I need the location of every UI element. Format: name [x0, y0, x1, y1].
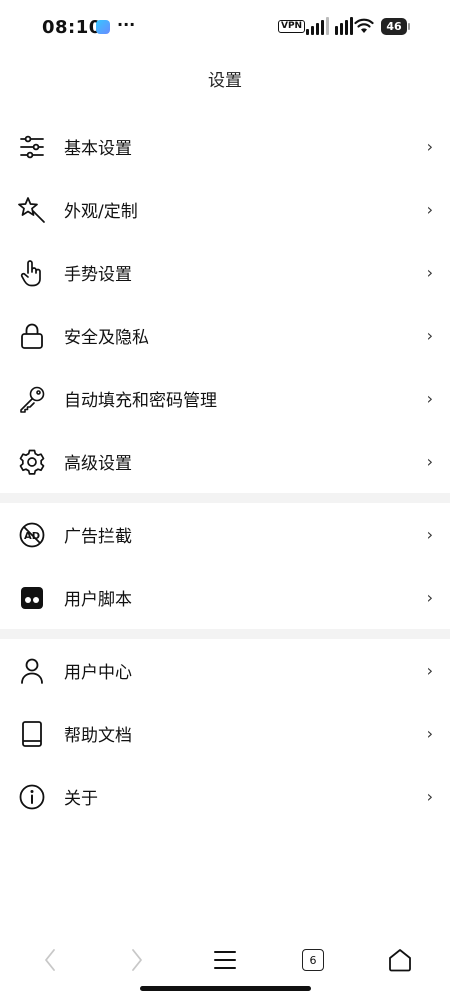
menu-item-label: 手势设置 — [64, 265, 132, 285]
chevron-right-icon — [130, 948, 144, 972]
hand-pointer-icon — [18, 259, 46, 287]
chevron-right-icon: › — [426, 326, 433, 345]
hamburger-menu-icon — [213, 950, 237, 970]
info-icon — [18, 783, 46, 811]
chevron-right-icon: › — [426, 724, 433, 743]
menu-item-label: 关于 — [64, 789, 98, 809]
home-indicator[interactable] — [140, 986, 311, 991]
chevron-right-icon: › — [426, 452, 433, 471]
tabs-button[interactable]: 6 — [283, 930, 343, 990]
user-script-icon — [18, 584, 46, 612]
menu-item-appearance[interactable]: 外观/定制 › — [0, 178, 450, 241]
menu-item-user-center[interactable]: 用户中心 › — [0, 639, 450, 702]
chevron-right-icon: › — [426, 588, 433, 607]
chevron-right-icon: › — [426, 661, 433, 680]
chevron-left-icon — [43, 948, 57, 972]
status-time: 08:10 — [42, 17, 102, 38]
menu-item-about[interactable]: 关于 › — [0, 765, 450, 828]
key-icon — [18, 385, 46, 413]
ad-block-icon: AD — [18, 521, 46, 549]
menu-item-label: 安全及隐私 — [64, 328, 149, 348]
chevron-right-icon: › — [426, 389, 433, 408]
signal-icon — [306, 17, 353, 35]
more-notifications-icon: ··· — [117, 15, 136, 34]
home-button[interactable] — [370, 930, 430, 990]
menu-item-gestures[interactable]: 手势设置 › — [0, 241, 450, 304]
user-icon — [18, 657, 46, 685]
lock-icon — [18, 322, 46, 350]
magic-wand-icon — [18, 196, 46, 224]
chevron-right-icon: › — [426, 137, 433, 156]
menu-item-label: 用户脚本 — [64, 590, 132, 610]
back-button[interactable] — [20, 930, 80, 990]
menu-item-user-scripts[interactable]: 用户脚本 › — [0, 566, 450, 629]
menu-item-ad-block[interactable]: AD 广告拦截 › — [0, 503, 450, 566]
status-bar: 08:10 ··· VPN 46 — [0, 0, 450, 55]
menu-item-label: 用户中心 — [64, 663, 132, 683]
settings-menu: 基本设置 › 外观/定制 › 手势设置 › 安全及隐私 › 自动填充和密码管理 … — [0, 115, 450, 828]
tab-count-badge: 6 — [302, 949, 324, 971]
menu-item-advanced-settings[interactable]: 高级设置 › — [0, 430, 450, 493]
menu-item-basic-settings[interactable]: 基本设置 › — [0, 115, 450, 178]
wifi-icon — [354, 18, 374, 34]
menu-item-security-privacy[interactable]: 安全及隐私 › — [0, 304, 450, 367]
forward-button[interactable] — [107, 930, 167, 990]
book-icon — [18, 720, 46, 748]
menu-item-help-docs[interactable]: 帮助文档 › — [0, 702, 450, 765]
menu-item-label: 外观/定制 — [64, 202, 138, 222]
battery-icon: 46 — [381, 18, 410, 35]
menu-item-label: 自动填充和密码管理 — [64, 391, 217, 411]
menu-button[interactable] — [195, 930, 255, 990]
chevron-right-icon: › — [426, 787, 433, 806]
menu-item-label: 帮助文档 — [64, 726, 132, 746]
app-notification-icon — [96, 20, 110, 34]
chevron-right-icon: › — [426, 525, 433, 544]
chevron-right-icon: › — [426, 263, 433, 282]
page-title: 设置 — [208, 71, 242, 91]
section-divider — [0, 493, 450, 503]
chevron-right-icon: › — [426, 200, 433, 219]
menu-item-label: 基本设置 — [64, 139, 132, 159]
sliders-icon — [18, 133, 46, 161]
gear-icon — [18, 448, 46, 476]
menu-item-label: 广告拦截 — [64, 527, 132, 547]
bottom-nav: 6 — [0, 930, 450, 990]
menu-item-label: 高级设置 — [64, 454, 132, 474]
menu-item-autofill-passwords[interactable]: 自动填充和密码管理 › — [0, 367, 450, 430]
vpn-badge: VPN — [278, 20, 306, 33]
section-divider — [0, 629, 450, 639]
home-icon — [387, 948, 413, 972]
